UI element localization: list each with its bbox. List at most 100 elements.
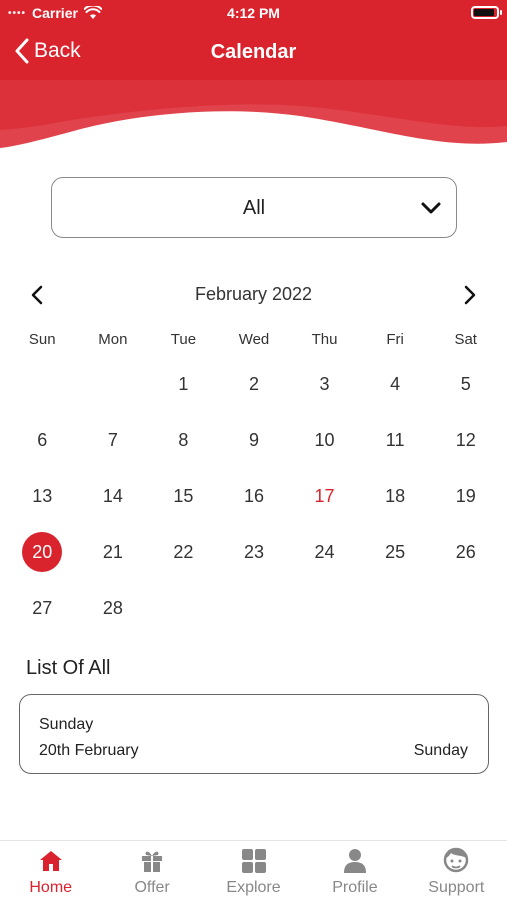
calendar-day[interactable]: 14 [78,468,149,524]
calendar-day[interactable]: 26 [430,524,501,580]
weekday-label: Mon [98,331,128,348]
calendar-day[interactable]: 24 [289,524,360,580]
tab-offer[interactable]: Offer [101,841,202,900]
calendar-day-number: 20 [22,532,63,572]
list-title: List Of All [26,657,111,679]
weekday-label: Tue [170,331,197,348]
calendar-day-number: 19 [455,485,476,506]
filter-dropdown[interactable]: All [51,177,457,238]
status-bar: •••• Carrier 4:12 PM [0,0,507,26]
calendar-header: February 2022 [0,278,507,310]
calendar-day-number: 26 [455,541,476,562]
calendar-day[interactable]: 15 [148,468,219,524]
tab-support[interactable]: Support [406,841,507,900]
calendar-day[interactable]: 13 [7,468,78,524]
calendar-day-number: 17 [314,485,335,506]
calendar-day-number: 6 [37,429,48,450]
navigation-bar: Back Calendar [0,30,507,76]
calendar-day-number: 22 [173,541,194,562]
calendar-day-number: 25 [385,541,406,562]
calendar-day-number: 10 [314,429,335,450]
home-icon [36,847,66,875]
event-day-name: Sunday [39,716,94,733]
calendar-day-number: 12 [455,429,476,450]
event-card[interactable]: Sunday 20th February Sunday [19,694,489,774]
calendar-day[interactable]: 12 [430,412,501,468]
calendar-day-number: 8 [178,429,189,450]
tab-label: Support [428,879,485,896]
header: •••• Carrier 4:12 PM Back Calendar [0,0,507,150]
chevron-down-icon [421,202,441,214]
calendar-day-number: 4 [390,373,401,394]
filter-selected-value: All [242,197,266,219]
calendar-blank-cell [7,356,78,412]
calendar-day[interactable]: 18 [360,468,431,524]
bottom-tab-bar: Home Offer Explore Profile Support [0,840,507,900]
calendar-days-grid: 1 2 3 4 5 6 7 8 9 10 11 12 13 14 15 16 17 18 19 20 21 22 23 24 2… [7,356,501,636]
calendar-day[interactable]: 19 [430,468,501,524]
calendar-month-label: February 2022 [194,284,313,304]
weekday-label: Thu [311,331,338,348]
calendar-day[interactable]: 27 [7,580,78,636]
tab-home[interactable]: Home [0,841,101,900]
calendar-day[interactable]: 16 [219,468,290,524]
calendar-day-number: 23 [243,541,264,562]
calendar-day-number: 15 [173,485,194,506]
support-agent-icon [441,847,471,875]
weekday-label: Fri [386,331,404,348]
calendar-day-number: 18 [385,485,406,506]
weekday-header-row: Sun Mon Tue Wed Thu Fri Sat [7,331,501,348]
person-icon [340,847,370,875]
grid-icon [239,847,269,875]
gift-icon [137,847,167,875]
calendar-day-number: 16 [243,485,264,506]
weekday-label: Sun [28,331,56,348]
calendar-day-selected[interactable]: 20 [7,524,78,580]
calendar-day[interactable]: 5 [430,356,501,412]
calendar-day-number: 21 [102,541,123,562]
calendar-day[interactable]: 8 [148,412,219,468]
calendar-day-number: 2 [248,373,259,394]
tab-explore[interactable]: Explore [203,841,304,900]
calendar-day-number: 11 [385,429,405,450]
event-date: 20th February [39,742,139,759]
calendar-day-number: 27 [32,597,53,618]
calendar-day-number: 5 [460,373,471,394]
calendar-day-number: 28 [102,597,123,618]
page-title: Calendar [210,41,297,63]
calendar-day-number: 9 [248,429,259,450]
battery-icon [471,6,502,19]
calendar-day[interactable]: 6 [7,412,78,468]
calendar-day-number: 7 [107,429,118,450]
calendar-day[interactable]: 7 [78,412,149,468]
calendar-day[interactable]: 25 [360,524,431,580]
weekday-label: Wed [238,331,270,348]
calendar-day[interactable]: 2 [219,356,290,412]
tab-label: Profile [332,879,378,896]
calendar-day[interactable]: 10 [289,412,360,468]
event-right-label: Sunday [413,742,468,759]
calendar-day[interactable]: 3 [289,356,360,412]
next-month-button[interactable] [456,282,482,308]
calendar-day-number: 13 [32,485,53,506]
calendar-blank-cell [78,356,149,412]
calendar-day-number: 3 [319,373,330,394]
calendar-day-number: 24 [314,541,335,562]
calendar-day[interactable]: 21 [78,524,149,580]
calendar-day[interactable]: 22 [148,524,219,580]
calendar-day[interactable]: 28 [78,580,149,636]
status-time: 4:12 PM [227,5,280,21]
tab-label: Offer [134,879,170,896]
calendar-day-today[interactable]: 17 [289,468,360,524]
calendar-day[interactable]: 1 [148,356,219,412]
calendar-day[interactable]: 9 [219,412,290,468]
tab-profile[interactable]: Profile [304,841,405,900]
calendar-day-number: 14 [102,485,123,506]
calendar-day[interactable]: 11 [360,412,431,468]
weekday-label: Sat [454,331,477,348]
calendar-day[interactable]: 23 [219,524,290,580]
calendar-day-number: 1 [178,373,189,394]
tab-label: Explore [226,879,281,896]
calendar-day[interactable]: 4 [360,356,431,412]
tab-label: Home [29,879,73,896]
